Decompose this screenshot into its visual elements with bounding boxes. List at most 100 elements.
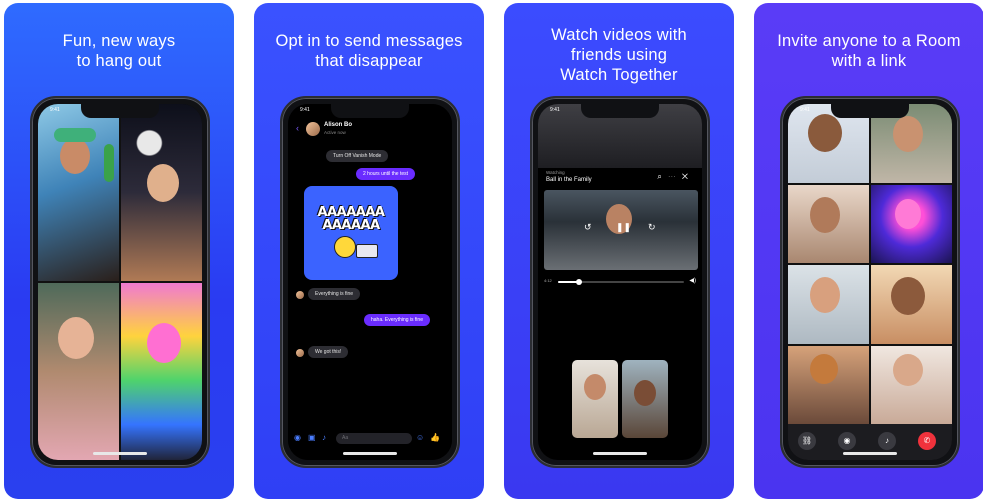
participant-face bbox=[810, 196, 840, 233]
forward-icon[interactable]: ↻ bbox=[648, 222, 656, 233]
hat-filter-icon bbox=[54, 128, 96, 142]
promo-card-watch-together: Watch videos with friends using Watch To… bbox=[504, 3, 734, 499]
phone-notch bbox=[831, 104, 909, 118]
progress-knob[interactable] bbox=[576, 279, 583, 285]
participant-tile[interactable] bbox=[871, 184, 952, 263]
participant-tile[interactable] bbox=[871, 345, 952, 424]
promo-card-rooms: Invite anyone to a Room with a link 9:41… bbox=[754, 3, 983, 499]
message-bubble-received[interactable]: Everything is fine bbox=[308, 288, 361, 300]
phone-screen: 9:41 ‹ Alison Bo Active now Turn Off Van… bbox=[288, 104, 452, 460]
video-tile bbox=[121, 104, 202, 281]
phone-mockup: 9:41 bbox=[30, 96, 210, 468]
chat-header: ‹ Alison Bo Active now bbox=[288, 120, 452, 142]
participant-face bbox=[893, 116, 923, 152]
cactus-filter-icon bbox=[104, 144, 114, 182]
home-indicator bbox=[343, 452, 397, 455]
video-tile bbox=[38, 104, 119, 281]
search-icon[interactable]: ⌕ bbox=[657, 172, 667, 181]
promo-headline: Invite anyone to a Room with a link bbox=[777, 32, 961, 70]
promo-headline: Fun, new ways to hang out bbox=[62, 32, 176, 70]
close-icon[interactable]: ✕ bbox=[682, 172, 694, 181]
avatar[interactable] bbox=[306, 122, 320, 136]
phone-notch bbox=[81, 104, 159, 118]
watching-label: Watching bbox=[546, 170, 565, 175]
participant-video[interactable] bbox=[622, 360, 668, 438]
room-participants-grid bbox=[788, 104, 952, 424]
participant-face bbox=[147, 164, 179, 202]
participant-tile[interactable] bbox=[788, 184, 869, 263]
progress-track[interactable] bbox=[558, 279, 684, 285]
status-time: 9:41 bbox=[50, 107, 60, 113]
participant-face bbox=[60, 138, 90, 174]
phone-notch bbox=[331, 104, 409, 118]
avatar-filter-icon bbox=[895, 198, 921, 229]
phone-screen: 9:41 Watching Ball in the Family ⌕⋯✕ ↺ ❚… bbox=[538, 104, 702, 460]
participant-face bbox=[634, 380, 656, 406]
home-indicator bbox=[843, 452, 897, 455]
vanish-mode-toggle[interactable]: Turn Off Vanish Mode bbox=[326, 150, 389, 162]
mic-icon[interactable]: ♪ bbox=[878, 432, 896, 450]
participant-face bbox=[810, 277, 840, 313]
message-bubble-sent[interactable]: haha. Everything is fine bbox=[364, 314, 430, 326]
sticker-text: AAAAAAA AAAAAA bbox=[317, 205, 385, 233]
participant-face bbox=[808, 114, 842, 152]
phone-mockup: 9:41 ‹ Alison Bo Active now Turn Off Van… bbox=[280, 96, 460, 468]
elapsed-time: 4:12 bbox=[544, 278, 552, 283]
phone-screen: 9:41 ⛓ ◉ ♪ ✆ bbox=[788, 104, 952, 460]
end-call-icon[interactable]: ✆ bbox=[918, 432, 936, 450]
home-indicator bbox=[593, 452, 647, 455]
promo-headline: Opt in to send messages that disappear bbox=[275, 32, 463, 70]
avatar bbox=[296, 291, 304, 299]
participant-face bbox=[584, 374, 606, 400]
message-bubble-received[interactable]: We got this! bbox=[308, 346, 349, 358]
volume-icon[interactable]: ◀) bbox=[689, 277, 696, 284]
participant-tile[interactable] bbox=[788, 345, 869, 424]
video-title: Ball in the Family bbox=[546, 177, 592, 183]
status-time: 9:41 bbox=[800, 107, 810, 113]
participant-face bbox=[810, 353, 838, 384]
message-input[interactable]: Aa bbox=[336, 433, 412, 444]
image-icon[interactable]: ▣ bbox=[308, 433, 316, 442]
video-tile bbox=[38, 283, 119, 460]
phone-mockup: 9:41 ⛓ ◉ ♪ ✆ bbox=[780, 96, 960, 468]
promo-card-hangout: Fun, new ways to hang out 9:41 bbox=[4, 3, 234, 499]
video-tile bbox=[121, 283, 202, 460]
rewind-icon[interactable]: ↺ bbox=[584, 222, 592, 233]
contact-name[interactable]: Alison Bo bbox=[324, 122, 352, 128]
message-bubble-sent[interactable]: 2 hours until the test bbox=[356, 168, 416, 180]
avatar bbox=[296, 349, 304, 357]
phone-mockup: 9:41 Watching Ball in the Family ⌕⋯✕ ↺ ❚… bbox=[530, 96, 710, 468]
video-call-grid bbox=[38, 104, 202, 460]
emoji-icon[interactable]: ☺ bbox=[416, 433, 424, 442]
camera-icon[interactable]: ◉ bbox=[838, 432, 856, 450]
unicorn-filter-icon bbox=[147, 323, 181, 363]
video-player[interactable]: ↺ ❚❚ ↻ bbox=[544, 190, 698, 270]
participant-face bbox=[891, 277, 925, 315]
home-indicator bbox=[93, 452, 147, 455]
contact-status: Active now bbox=[324, 130, 346, 135]
participant-face bbox=[893, 353, 923, 386]
chat-thread: ‹ Alison Bo Active now Turn Off Vanish M… bbox=[288, 104, 452, 460]
laptop-icon bbox=[356, 244, 378, 258]
participant-tile[interactable] bbox=[788, 265, 869, 344]
participant-tile[interactable] bbox=[871, 265, 952, 344]
promo-headline: Watch videos with friends using Watch To… bbox=[551, 26, 687, 84]
like-icon[interactable]: 👍 bbox=[430, 433, 440, 442]
status-time: 9:41 bbox=[550, 107, 560, 113]
message-composer: ◉ ▣ ♪ Aa ☺ 👍 bbox=[288, 432, 452, 446]
camera-icon[interactable]: ◉ bbox=[294, 433, 301, 442]
pause-icon[interactable]: ❚❚ bbox=[616, 222, 631, 233]
chevron-left-icon[interactable]: ‹ bbox=[296, 123, 299, 133]
participant-video[interactable] bbox=[572, 360, 618, 438]
sticker-character-icon bbox=[334, 236, 356, 258]
link-icon[interactable]: ⛓ bbox=[798, 432, 816, 450]
video-progress[interactable]: 4:12 ◀) bbox=[544, 278, 696, 286]
sticker-message[interactable]: AAAAAAA AAAAAA bbox=[304, 186, 398, 280]
phone-notch bbox=[581, 104, 659, 118]
phone-screen: 9:41 bbox=[38, 104, 202, 460]
promo-card-vanish-mode: Opt in to send messages that disappear 9… bbox=[254, 3, 484, 499]
mic-icon[interactable]: ♪ bbox=[322, 433, 326, 442]
status-time: 9:41 bbox=[300, 107, 310, 113]
more-icon[interactable]: ⋯ bbox=[668, 172, 682, 181]
watch-actions: ⌕⋯✕ bbox=[657, 172, 694, 182]
